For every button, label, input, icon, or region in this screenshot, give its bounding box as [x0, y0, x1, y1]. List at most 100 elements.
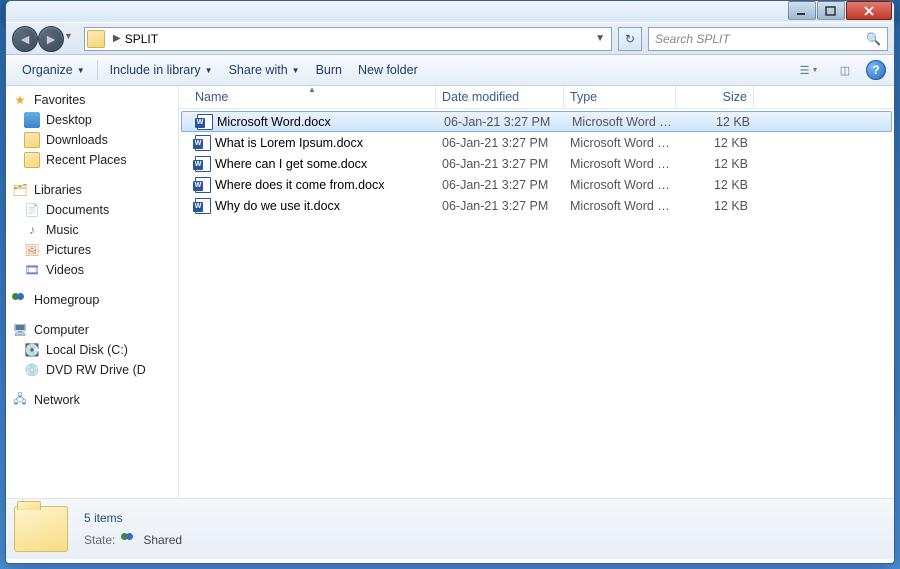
- pictures-icon: 🖼: [24, 242, 40, 258]
- sidebar-documents[interactable]: 📄Documents: [6, 200, 178, 220]
- computer-icon: 🖥: [12, 322, 28, 338]
- column-date[interactable]: Date modified: [436, 86, 564, 108]
- desktop-icon: [24, 112, 40, 128]
- file-size: 12 KB: [678, 115, 756, 129]
- network-icon: 🖧: [12, 392, 28, 408]
- search-placeholder: Search SPLIT: [655, 32, 730, 46]
- shared-icon: [121, 533, 137, 547]
- breadcrumb-folder[interactable]: SPLIT: [125, 32, 158, 46]
- search-input[interactable]: Search SPLIT 🔍: [648, 27, 888, 51]
- videos-icon: 🎞: [24, 262, 40, 278]
- minimize-button[interactable]: [788, 1, 816, 20]
- file-row[interactable]: Where can I get some.docx 06-Jan-21 3:27 …: [179, 153, 894, 174]
- status-state-label: State:: [84, 533, 115, 547]
- column-headers: Name▲ Date modified Type Size: [179, 86, 894, 109]
- titlebar[interactable]: [6, 1, 894, 22]
- file-name: Microsoft Word.docx: [217, 115, 331, 129]
- column-type[interactable]: Type: [564, 86, 676, 108]
- music-icon: ♪: [24, 222, 40, 238]
- folder-large-icon: [14, 506, 68, 552]
- breadcrumb-separator-icon[interactable]: ▶: [113, 33, 121, 44]
- nav-history-dropdown[interactable]: ▼: [64, 26, 78, 46]
- column-name[interactable]: Name▲: [189, 86, 436, 108]
- file-date: 06-Jan-21 3:27 PM: [436, 199, 564, 213]
- help-button[interactable]: ?: [866, 60, 886, 80]
- back-button[interactable]: ◄: [12, 26, 38, 52]
- file-size: 12 KB: [676, 136, 754, 150]
- recent-icon: [24, 152, 40, 168]
- word-doc-icon: [195, 198, 211, 214]
- search-icon[interactable]: 🔍: [866, 32, 881, 46]
- view-options-button[interactable]: ☰ ▼: [794, 59, 824, 81]
- file-list[interactable]: Name▲ Date modified Type Size Microsoft …: [179, 86, 894, 498]
- file-date: 06-Jan-21 3:27 PM: [436, 136, 564, 150]
- file-row[interactable]: Microsoft Word.docx 06-Jan-21 3:27 PMMicr…: [181, 111, 892, 132]
- file-type: Microsoft Word D...: [566, 115, 678, 129]
- file-type: Microsoft Word D...: [564, 157, 676, 171]
- file-type: Microsoft Word D...: [564, 178, 676, 192]
- file-type: Microsoft Word D...: [564, 199, 676, 213]
- sidebar-pictures[interactable]: 🖼Pictures: [6, 240, 178, 260]
- file-row[interactable]: What is Lorem Ipsum.docx 06-Jan-21 3:27 P…: [179, 132, 894, 153]
- toolbar: Organize ▼ Include in library ▼ Share wi…: [6, 55, 894, 86]
- burn-button[interactable]: Burn: [308, 59, 350, 81]
- details-pane: 5 items State: Shared: [6, 498, 894, 559]
- chevron-down-icon: ▼: [77, 66, 85, 75]
- include-in-library-button[interactable]: Include in library ▼: [102, 59, 221, 81]
- close-button[interactable]: [846, 1, 892, 20]
- dvd-icon: 💿: [24, 362, 40, 378]
- sidebar-recent[interactable]: Recent Places: [6, 150, 178, 170]
- file-date: 06-Jan-21 3:27 PM: [438, 115, 566, 129]
- sidebar-libraries[interactable]: 🗂Libraries: [6, 180, 178, 200]
- address-bar: ◄ ► ▼ ▶ SPLIT ▼ ↻ Search SPLIT 🔍: [6, 22, 894, 55]
- share-with-button[interactable]: Share with ▼: [221, 59, 308, 81]
- folder-icon: [87, 30, 105, 48]
- sidebar-desktop[interactable]: Desktop: [6, 110, 178, 130]
- file-type: Microsoft Word D...: [564, 136, 676, 150]
- word-doc-icon: [195, 135, 211, 151]
- address-field[interactable]: ▶ SPLIT ▼: [84, 27, 612, 51]
- preview-pane-button[interactable]: ◫: [830, 59, 860, 81]
- file-row[interactable]: Why do we use it.docx 06-Jan-21 3:27 PMMi…: [179, 195, 894, 216]
- sidebar-homegroup[interactable]: Homegroup: [6, 290, 178, 310]
- sidebar-music[interactable]: ♪Music: [6, 220, 178, 240]
- file-date: 06-Jan-21 3:27 PM: [436, 178, 564, 192]
- file-size: 12 KB: [676, 157, 754, 171]
- maximize-button[interactable]: [817, 1, 845, 20]
- navigation-pane[interactable]: ★Favorites Desktop Downloads Recent Plac…: [6, 86, 179, 498]
- sidebar-videos[interactable]: 🎞Videos: [6, 260, 178, 280]
- documents-icon: 📄: [24, 202, 40, 218]
- chevron-down-icon: ▼: [292, 66, 300, 75]
- address-dropdown-icon[interactable]: ▼: [591, 33, 609, 44]
- sidebar-network[interactable]: 🖧Network: [6, 390, 178, 410]
- file-name: Why do we use it.docx: [215, 199, 340, 213]
- organize-button[interactable]: Organize ▼: [14, 59, 93, 81]
- file-date: 06-Jan-21 3:27 PM: [436, 157, 564, 171]
- sidebar-computer[interactable]: 🖥Computer: [6, 320, 178, 340]
- refresh-button[interactable]: ↻: [618, 27, 642, 51]
- word-doc-icon: [195, 177, 211, 193]
- file-name: Where can I get some.docx: [215, 157, 367, 171]
- file-size: 12 KB: [676, 178, 754, 192]
- status-state-value: Shared: [143, 533, 182, 547]
- file-name: What is Lorem Ipsum.docx: [215, 136, 363, 150]
- word-doc-icon: [197, 114, 213, 130]
- column-size[interactable]: Size: [676, 86, 754, 108]
- file-row[interactable]: Where does it come from.docx06-Jan-21 3:…: [179, 174, 894, 195]
- sidebar-favorites[interactable]: ★Favorites: [6, 90, 178, 110]
- file-size: 12 KB: [676, 199, 754, 213]
- sidebar-dvd-drive[interactable]: 💿DVD RW Drive (D: [6, 360, 178, 380]
- explorer-window: ◄ ► ▼ ▶ SPLIT ▼ ↻ Search SPLIT 🔍 Organiz…: [5, 0, 895, 564]
- homegroup-icon: [12, 292, 28, 308]
- sort-asc-icon: ▲: [308, 85, 316, 94]
- libraries-icon: 🗂: [12, 182, 28, 198]
- sidebar-local-disk-c[interactable]: 💽Local Disk (C:): [6, 340, 178, 360]
- drive-icon: 💽: [24, 342, 40, 358]
- status-item-count: 5 items: [84, 511, 182, 525]
- new-folder-button[interactable]: New folder: [350, 59, 426, 81]
- word-doc-icon: [195, 156, 211, 172]
- downloads-icon: [24, 132, 40, 148]
- forward-button[interactable]: ►: [38, 26, 64, 52]
- chevron-down-icon: ▼: [205, 66, 213, 75]
- sidebar-downloads[interactable]: Downloads: [6, 130, 178, 150]
